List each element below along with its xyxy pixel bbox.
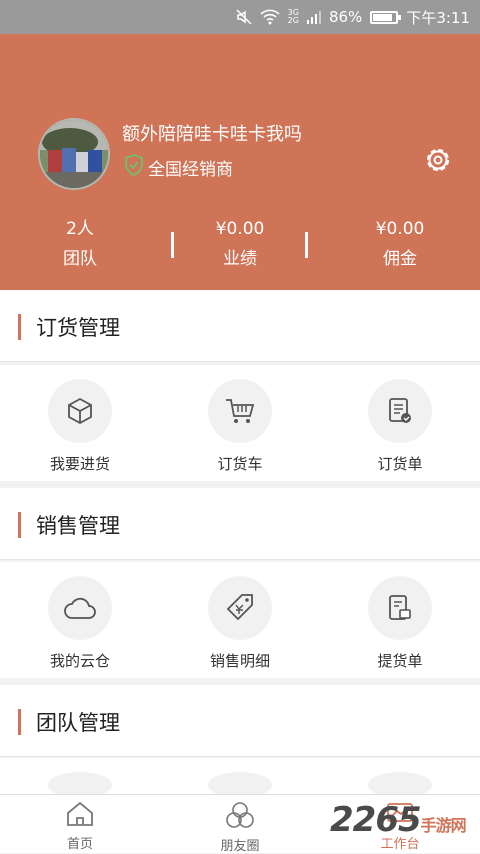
watermark-sub: 手游网 [420,816,467,835]
battery-level [373,13,393,21]
grid-item-label: 提货单 [377,652,423,670]
section-order-management: 订货管理 [0,290,480,362]
stat-commission-value: ¥0.00 [375,219,425,239]
signal-icon [306,10,321,24]
box-icon [48,379,112,443]
status-bar: 3G 2G 86% 下午3:11 [0,0,480,34]
section-accent-bar [18,709,21,735]
stat-performance[interactable]: ¥0.00 业绩 [160,214,320,274]
section-title: 团队管理 [36,711,120,735]
stat-divider [171,232,174,258]
watermark-main: 2265 [330,800,422,840]
grid-item[interactable] [160,758,320,798]
grid-item-sales-detail[interactable]: 销售明细 [160,562,320,678]
order-management-grid: 我要进货 订货车 订货单 [0,365,480,481]
section-accent-bar [18,512,21,538]
stat-commission[interactable]: ¥0.00 佣金 [320,214,480,274]
team-management-grid [0,758,480,798]
settings-gear-icon[interactable] [422,144,454,176]
stat-team[interactable]: 2人 团队 [0,214,160,274]
cart-icon [208,379,272,443]
avatar[interactable] [38,118,110,190]
grid-item[interactable] [320,758,480,798]
section-sales-management: 销售管理 [0,488,480,560]
section-team-management: 团队管理 [0,685,480,757]
grid-item-pickup-order[interactable]: 提货单 [320,562,480,678]
site-watermark-logo: 2265手游网 [330,800,467,840]
price-tag-icon [208,576,272,640]
network-type-indicator: 3G 2G [288,9,299,25]
stat-team-value: 2人 [66,219,94,239]
moments-icon [225,801,255,833]
home-icon [65,801,95,831]
grid-item-cloud-warehouse[interactable]: 我的云仓 [0,562,160,678]
shield-check-icon [124,154,144,181]
stat-commission-label: 佣金 [383,249,417,269]
tab-label: 首页 [66,837,93,852]
section-accent-bar [18,314,21,340]
grid-item-order-list[interactable]: 订货单 [320,365,480,481]
grid-item-purchase[interactable]: 我要进货 [0,365,160,481]
tab-moments[interactable]: 朋友圈 [160,795,320,854]
battery-percentage: 86% [328,8,363,26]
stats-row: 2人 团队 ¥0.00 业绩 ¥0.00 佣金 [0,214,480,274]
pickup-list-icon [368,576,432,640]
network-type-bottom: 2G [287,16,299,25]
section-title: 订货管理 [36,316,120,340]
tab-home[interactable]: 首页 [0,795,160,853]
grid-item[interactable] [0,758,160,798]
grid-item-label: 订货单 [377,455,423,473]
grid-item-label: 销售明细 [209,652,270,670]
tab-label: 朋友圈 [220,839,260,854]
stat-performance-value: ¥0.00 [215,219,265,239]
grid-item-label: 我的云仓 [49,652,110,670]
battery-icon [370,10,402,24]
profile-header: 额外陪陪哇卡哇卡我吗 全国经销商 2人 团队 ¥0.00 业绩 ¥0.00 佣金 [0,34,480,290]
stat-team-label: 团队 [63,249,97,269]
mute-icon [236,9,252,25]
section-title: 销售管理 [36,514,120,538]
sales-management-grid: 我的云仓 销售明细 提货单 [0,562,480,678]
clock: 下午3:11 [406,8,470,27]
cloud-icon [48,576,112,640]
username: 额外陪陪哇卡哇卡我吗 [122,124,302,145]
grid-item-label: 我要进货 [49,455,110,473]
grid-item-order-cart[interactable]: 订货车 [160,365,320,481]
wifi-icon [260,9,280,25]
stat-performance-label: 业绩 [223,249,257,269]
stat-divider [305,232,308,258]
grid-item-label: 订货车 [217,455,263,473]
dealer-badge: 全国经销商 [124,154,233,181]
order-list-icon [368,379,432,443]
dealer-badge-label: 全国经销商 [148,160,233,180]
